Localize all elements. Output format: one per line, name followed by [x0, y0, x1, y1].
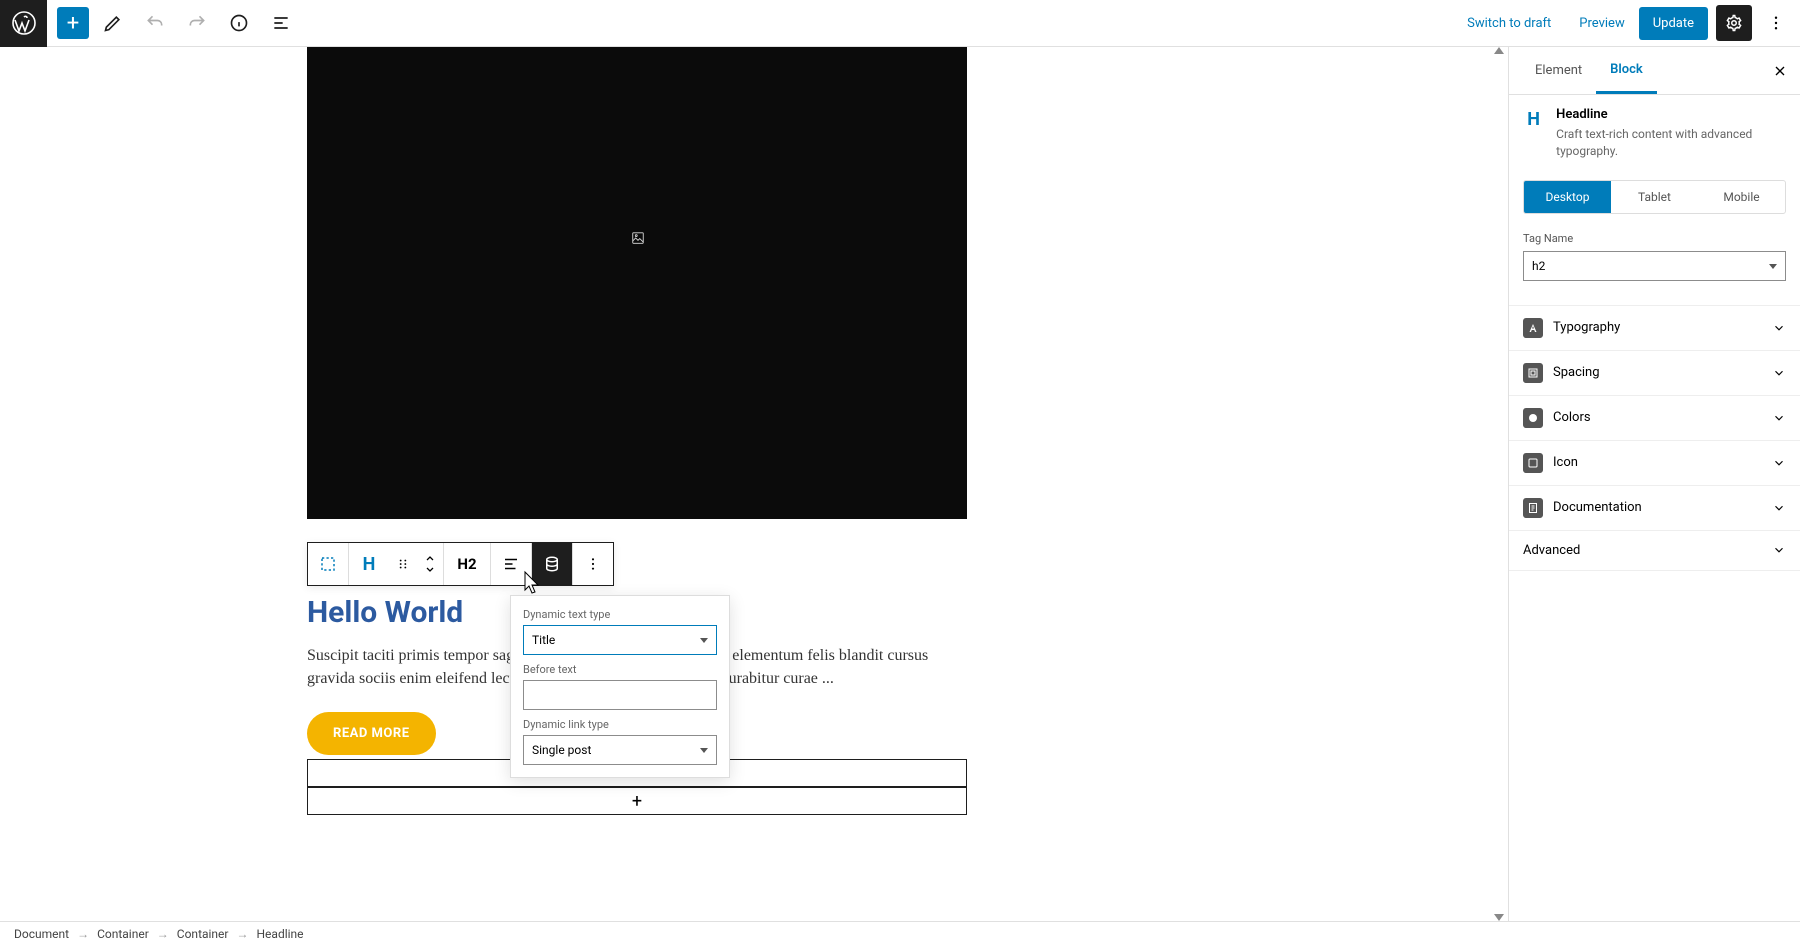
scroll-up-icon[interactable]: [1494, 47, 1504, 54]
preview-button[interactable]: Preview: [1565, 16, 1638, 31]
cursor-pointer-icon: [520, 570, 540, 596]
tag-name-select[interactable]: h2: [1523, 251, 1786, 281]
redo-icon[interactable]: [179, 5, 215, 41]
dynamic-text-type-select[interactable]: Title: [523, 625, 717, 655]
chevron-down-icon: [1772, 501, 1786, 515]
close-sidebar-icon[interactable]: [1768, 59, 1792, 83]
device-desktop-button[interactable]: Desktop: [1524, 181, 1611, 213]
edit-tool-icon[interactable]: [95, 5, 131, 41]
breadcrumb-separator-icon: →: [157, 927, 169, 941]
undo-icon[interactable]: [137, 5, 173, 41]
hero-image-placeholder[interactable]: [307, 47, 967, 519]
add-block-appender[interactable]: +: [307, 787, 967, 815]
top-toolbar: + Switch to draft Preview Update: [0, 0, 1800, 47]
more-options-icon[interactable]: [573, 543, 613, 585]
block-toolbar: H H2: [307, 542, 614, 586]
move-updown-icon[interactable]: [417, 543, 443, 585]
colors-icon: [1523, 408, 1543, 428]
settings-sidebar: Element Block H Headline Craft text-rich…: [1508, 47, 1800, 921]
device-tablet-button[interactable]: Tablet: [1611, 181, 1698, 213]
scrollbar[interactable]: [1490, 47, 1508, 921]
breadcrumb-item[interactable]: Document: [14, 927, 69, 941]
panel-documentation[interactable]: Documentation: [1509, 485, 1800, 530]
panel-typography[interactable]: Typography: [1509, 305, 1800, 350]
heading-level-button[interactable]: H2: [444, 543, 490, 585]
before-text-label: Before text: [523, 663, 717, 676]
settings-gear-icon[interactable]: [1716, 5, 1752, 41]
outline-icon[interactable]: [263, 5, 299, 41]
block-description: Craft text-rich content with advanced ty…: [1556, 126, 1786, 160]
headline-block-icon: H: [1523, 107, 1544, 131]
more-options-icon[interactable]: [1758, 5, 1794, 41]
add-block-button[interactable]: +: [57, 7, 89, 39]
update-button[interactable]: Update: [1639, 7, 1708, 40]
panel-advanced[interactable]: Advanced: [1509, 530, 1800, 571]
typography-icon: [1523, 318, 1543, 338]
tab-element[interactable]: Element: [1521, 49, 1596, 92]
drag-handle-icon[interactable]: [389, 543, 417, 585]
breadcrumb-separator-icon: →: [237, 927, 249, 941]
breadcrumb-item[interactable]: Container: [177, 927, 229, 941]
editor-canvas: Hello World Suscipit taciti primis tempo…: [0, 47, 1508, 921]
image-icon: [631, 231, 645, 245]
switch-to-draft-button[interactable]: Switch to draft: [1453, 16, 1565, 31]
chevron-down-icon: [1772, 456, 1786, 470]
block-header: H Headline Craft text-rich content with …: [1509, 95, 1800, 172]
chevron-down-icon: [1772, 321, 1786, 335]
spacing-icon: [1523, 363, 1543, 383]
tag-name-field: Tag Name h2: [1509, 222, 1800, 291]
panel-spacing[interactable]: Spacing: [1509, 350, 1800, 395]
device-mobile-button[interactable]: Mobile: [1698, 181, 1785, 213]
chevron-down-icon: [1772, 366, 1786, 380]
breadcrumb: Document → Container → Container → Headl…: [0, 921, 1800, 945]
scroll-down-icon[interactable]: [1494, 914, 1504, 921]
block-type-icon[interactable]: H: [349, 543, 389, 585]
sidebar-tabs: Element Block: [1509, 47, 1800, 95]
breadcrumb-separator-icon: →: [77, 927, 89, 941]
select-parent-icon[interactable]: [308, 543, 348, 585]
icon-panel-icon: [1523, 453, 1543, 473]
dynamic-text-type-label: Dynamic text type: [523, 608, 717, 621]
dynamic-link-type-select[interactable]: Single post: [523, 735, 717, 765]
tab-block[interactable]: Block: [1596, 48, 1657, 94]
info-icon[interactable]: [221, 5, 257, 41]
block-title: Headline: [1556, 107, 1786, 122]
panel-icon[interactable]: Icon: [1509, 440, 1800, 485]
device-switcher: Desktop Tablet Mobile: [1523, 180, 1786, 214]
chevron-down-icon: [1772, 543, 1786, 557]
read-more-button[interactable]: READ MORE: [307, 712, 436, 755]
wordpress-logo[interactable]: [0, 0, 47, 47]
panel-colors[interactable]: Colors: [1509, 395, 1800, 440]
before-text-input[interactable]: [523, 680, 717, 710]
dynamic-link-type-label: Dynamic link type: [523, 718, 717, 731]
chevron-down-icon: [1772, 411, 1786, 425]
dynamic-data-popover: Dynamic text type Title Before text Dyna…: [510, 595, 730, 778]
breadcrumb-item[interactable]: Container: [97, 927, 149, 941]
documentation-icon: [1523, 498, 1543, 518]
tag-name-label: Tag Name: [1523, 232, 1786, 245]
breadcrumb-item[interactable]: Headline: [257, 927, 304, 941]
